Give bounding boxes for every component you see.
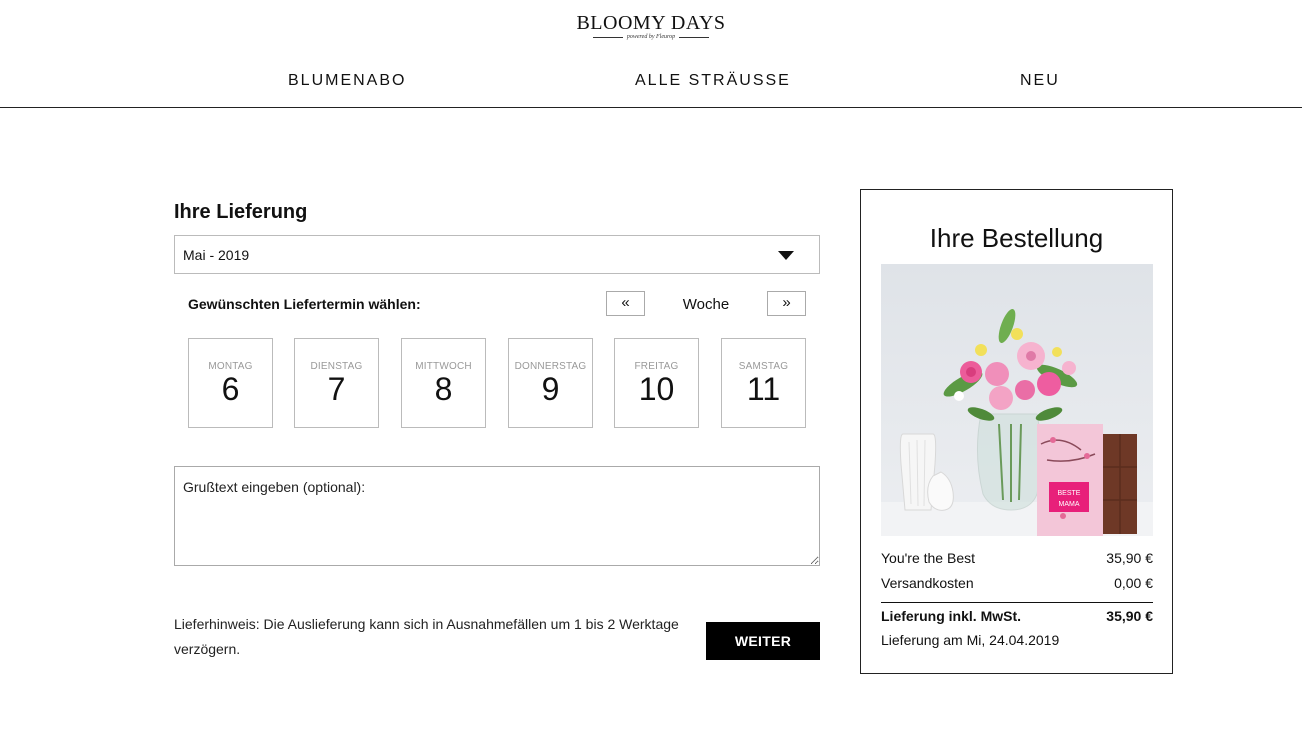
nav-alle-straeusse[interactable]: ALLE STRÄUSSE [635, 72, 791, 90]
day-option-wednesday[interactable]: MITTWOCH 8 [401, 338, 486, 428]
month-select[interactable]: Mai - 2019 [174, 235, 820, 274]
logo-subtext: powered by Fleurop [626, 34, 676, 40]
day-number: 6 [221, 371, 240, 407]
month-select-value: Mai - 2019 [183, 247, 250, 263]
next-button[interactable]: WEITER [706, 622, 820, 660]
day-option-thursday[interactable]: DONNERSTAG 9 [508, 338, 593, 428]
chocolate-label-text: BESTE [1058, 490, 1081, 497]
day-option-friday[interactable]: FREITAG 10 [614, 338, 699, 428]
delivery-date: Lieferung am Mi, 24.04.2019 [881, 632, 1060, 648]
delivery-note: Lieferhinweis: Die Auslieferung kann sic… [174, 616, 679, 657]
nav-neu[interactable]: NEU [1020, 72, 1060, 90]
product-image: BESTE MAMA [881, 264, 1153, 536]
order-divider [881, 602, 1153, 603]
next-week-button[interactable]: » [767, 291, 806, 316]
product-price: 35,90 € [1106, 550, 1153, 566]
day-option-saturday[interactable]: SAMSTAG 11 [721, 338, 806, 428]
chocolate-label-text-2: MAMA [1059, 501, 1080, 508]
day-number: 7 [327, 371, 346, 407]
delivery-title: Ihre Lieferung [174, 201, 308, 223]
day-option-tuesday[interactable]: DIENSTAG 7 [294, 338, 379, 428]
shipping-price: 0,00 € [1114, 575, 1153, 591]
order-product-row: You're the Best 35,90 € [881, 550, 1153, 566]
order-total-row: Lieferung inkl. MwSt. 35,90 € [881, 608, 1153, 624]
order-summary-panel: Ihre Bestellung BESTE MAMA You're the Be… [860, 189, 1173, 674]
greeting-textarea[interactable] [174, 466, 820, 566]
shipping-label: Versandkosten [881, 575, 974, 591]
day-option-monday[interactable]: MONTAG 6 [188, 338, 273, 428]
logo-line-left [592, 36, 623, 38]
total-label: Lieferung inkl. MwSt. [881, 608, 1022, 624]
site-logo[interactable]: BLOOMY DAYS powered by Fleurop [0, 12, 1302, 40]
logo-text: BLOOMY DAYS [576, 12, 726, 34]
prev-week-button[interactable]: « [606, 291, 645, 316]
week-label: Woche [682, 296, 730, 313]
site-header: BLOOMY DAYS powered by Fleurop BLUMENABO… [0, 0, 1302, 108]
total-price: 35,90 € [1106, 608, 1153, 624]
day-number: 8 [434, 371, 453, 407]
day-number: 10 [638, 371, 675, 407]
nav-blumenabo[interactable]: BLUMENABO [288, 72, 406, 90]
order-delivery-date-row: Lieferung am Mi, 24.04.2019 [881, 632, 1153, 648]
logo-line-right [679, 36, 710, 38]
chevron-down-icon [778, 251, 794, 260]
date-prompt: Gewünschten Liefertermin wählen: [188, 296, 421, 312]
day-number: 11 [746, 371, 781, 407]
order-shipping-row: Versandkosten 0,00 € [881, 575, 1153, 591]
logo-tagline: powered by Fleurop [0, 34, 1302, 40]
day-number: 9 [541, 371, 560, 407]
order-title: Ihre Bestellung [929, 223, 1104, 253]
product-name: You're the Best [881, 550, 976, 566]
